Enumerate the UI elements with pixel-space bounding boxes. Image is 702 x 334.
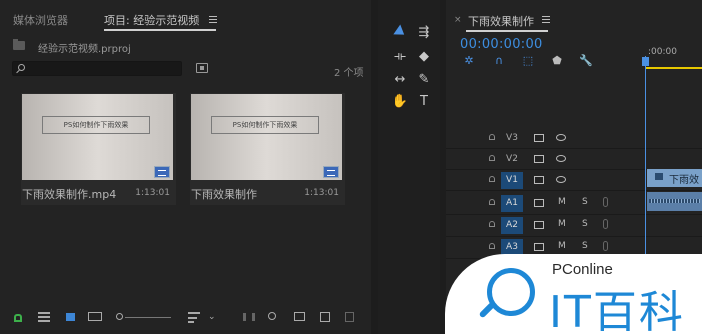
playhead-handle[interactable] [642, 57, 649, 66]
lock-icon[interactable] [489, 221, 495, 227]
type-tool-icon[interactable]: T [415, 94, 433, 110]
track-name[interactable]: A1 [501, 195, 523, 212]
sort-icon[interactable] [188, 312, 200, 323]
track-name[interactable]: V2 [501, 151, 523, 168]
track-name[interactable]: A2 [501, 217, 523, 234]
clip-type-badge-icon [154, 166, 170, 178]
track-select-tool-icon[interactable]: ⇶ [415, 25, 433, 41]
watermark: PConline IT百科 [445, 254, 702, 334]
sync-lock-icon[interactable] [534, 176, 544, 184]
sync-lock-icon[interactable] [534, 243, 544, 251]
solo-button[interactable]: S [582, 241, 588, 251]
linked-selection-icon[interactable]: ⬚ [522, 55, 534, 67]
razor-tool-icon[interactable]: ◆ [415, 49, 433, 65]
clip-name: 下雨效果制作 [191, 188, 257, 201]
work-area-bar[interactable] [646, 67, 702, 69]
eye-icon[interactable] [556, 134, 566, 141]
eye-icon[interactable] [556, 176, 566, 183]
track-a2[interactable]: A2 M S [446, 215, 702, 237]
active-tab-underline [104, 29, 216, 31]
clip-name: 下雨效果制作.mp4 [22, 188, 117, 201]
tab-project[interactable]: 项目: 经验示范视频 [104, 12, 199, 28]
clip-item[interactable]: PS如何制作下雨效果 下雨效果制作.mp4 1:13:01 [21, 93, 176, 205]
solo-button[interactable]: S [582, 219, 588, 229]
tab-media-browser[interactable]: 媒体浏览器 [13, 12, 68, 28]
mute-button[interactable]: M [558, 197, 566, 207]
sync-lock-icon[interactable] [534, 199, 544, 207]
fx-icon [655, 173, 663, 180]
freeform-view-icon[interactable] [88, 312, 102, 321]
clip-thumbnail[interactable]: PS如何制作下雨效果 [22, 94, 173, 180]
thumbnail-text: PS如何制作下雨效果 [42, 116, 150, 134]
search-icon [18, 64, 25, 71]
panel-menu-icon[interactable] [209, 16, 217, 23]
lock-icon[interactable] [489, 176, 495, 182]
premiere-window: 媒体浏览器 项目: 经验示范视频 经验示范视频.prproj 2 个项 PS如何… [0, 0, 702, 334]
close-icon[interactable]: × [454, 15, 462, 25]
add-marker-icon[interactable]: ⬟ [551, 55, 563, 67]
lock-icon[interactable] [489, 199, 495, 205]
lock-icon[interactable] [489, 134, 495, 140]
insert-sequence-as-nest-icon[interactable]: ✲ [463, 55, 475, 67]
ruler-time-label: :00:00 [648, 47, 677, 57]
timeline-menu-icon[interactable] [542, 16, 550, 23]
tools-panel: ⇶ ⟛ ◆ ↔ ✎ ✋ T [378, 0, 440, 334]
snap-icon[interactable]: ∩ [493, 55, 505, 67]
project-folder-icon [13, 39, 25, 50]
track-name[interactable]: V3 [501, 130, 523, 147]
project-lock-icon[interactable] [14, 314, 22, 322]
active-tab-underline [466, 30, 548, 32]
clip-thumbnail[interactable]: PS如何制作下雨效果 [191, 94, 342, 180]
automate-to-sequence-icon[interactable] [243, 313, 255, 321]
selection-tool-icon[interactable] [391, 25, 409, 41]
audio-clip[interactable] [647, 192, 702, 211]
chevron-down-icon[interactable]: ⌄ [208, 312, 216, 324]
hand-tool-icon[interactable]: ✋ [391, 94, 409, 110]
solo-button[interactable]: S [582, 197, 588, 207]
magnifier-logo-icon [487, 268, 535, 316]
slip-tool-icon[interactable]: ↔ [391, 72, 409, 88]
lock-icon[interactable] [489, 155, 495, 161]
track-name[interactable]: V1 [501, 172, 523, 189]
mute-button[interactable]: M [558, 241, 566, 251]
sync-lock-icon[interactable] [534, 155, 544, 163]
new-item-icon[interactable] [320, 312, 330, 322]
ripple-edit-tool-icon[interactable]: ⟛ [391, 49, 409, 65]
sequence-tab-title[interactable]: 下雨效果制作 [468, 13, 534, 29]
sync-lock-icon[interactable] [534, 221, 544, 229]
zoom-slider-handle[interactable] [116, 313, 123, 320]
new-bin-icon[interactable] [294, 312, 305, 321]
microphone-icon[interactable] [603, 197, 608, 207]
find-icon[interactable] [268, 312, 276, 320]
sequence-type-badge-icon [323, 166, 339, 178]
item-count: 2 个项 [334, 68, 364, 79]
sync-lock-icon[interactable] [534, 134, 544, 142]
eye-icon[interactable] [556, 155, 566, 162]
search-input[interactable] [12, 61, 182, 76]
clip-duration: 1:13:01 [135, 188, 170, 198]
project-file-name: 经验示范视频.prproj [38, 44, 131, 55]
video-clip-label: 下雨效 [669, 175, 699, 186]
lock-icon[interactable] [489, 243, 495, 249]
mute-button[interactable]: M [558, 219, 566, 229]
zoom-slider-track[interactable] [125, 317, 171, 318]
microphone-icon[interactable] [603, 219, 608, 229]
new-bin-from-search-icon[interactable] [196, 63, 208, 73]
pen-tool-icon[interactable]: ✎ [415, 72, 433, 88]
icon-view-icon[interactable] [66, 313, 75, 321]
timeline-settings-icon[interactable]: 🔧 [579, 55, 593, 67]
clip-duration: 1:13:01 [304, 188, 339, 198]
project-panel: 媒体浏览器 项目: 经验示范视频 经验示范视频.prproj 2 个项 PS如何… [0, 0, 371, 334]
microphone-icon[interactable] [603, 241, 608, 251]
track-v3[interactable]: V3 [446, 128, 702, 149]
thumbnail-text: PS如何制作下雨效果 [211, 116, 319, 134]
sequence-item[interactable]: PS如何制作下雨效果 下雨效果制作 1:13:01 [190, 93, 345, 205]
track-v2[interactable]: V2 [446, 149, 702, 170]
watermark-name: IT百科 [549, 287, 685, 334]
playhead-timecode[interactable]: 00:00:00:00 [460, 37, 543, 52]
list-view-icon[interactable] [38, 312, 50, 322]
trash-icon[interactable] [345, 312, 354, 322]
